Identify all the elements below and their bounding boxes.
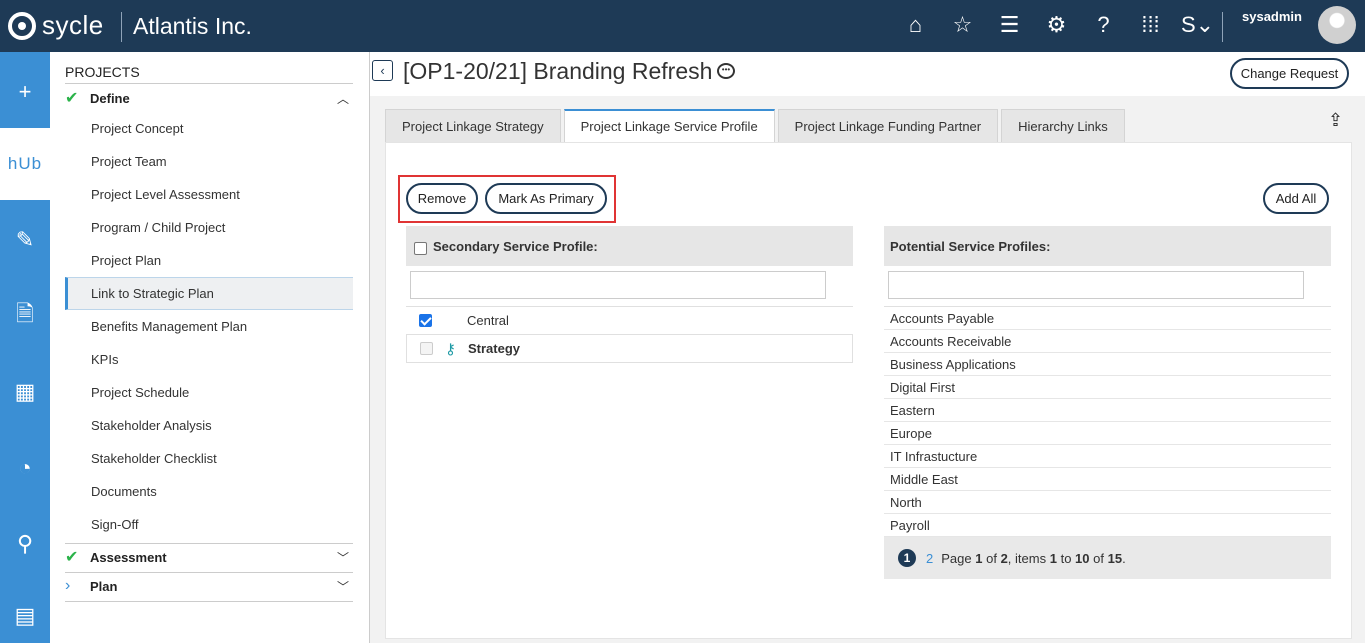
logo-text: sycle: [42, 10, 104, 40]
row-label: Strategy: [468, 341, 521, 356]
logo-icon: [8, 11, 36, 40]
check-icon: ✔: [65, 549, 79, 566]
left-rail: + hUb ✎ 🗎 ▦ ◔ ⚲ ▤: [0, 52, 50, 643]
pager: 1 2 Page 1 of 2, items 1 to 10 of 15.: [884, 537, 1331, 579]
divider: [1222, 12, 1223, 42]
tab-bar: Project Linkage Strategy Project Linkage …: [385, 109, 1125, 142]
sidebar-item[interactable]: Project Concept: [65, 112, 353, 145]
edit-cycle-icon[interactable]: ✎: [0, 204, 50, 276]
row-checkbox[interactable]: [419, 314, 432, 327]
list-item[interactable]: Digital First: [884, 376, 1331, 399]
table-row[interactable]: ⚷ Strategy: [406, 335, 853, 363]
list-item[interactable]: IT Infrastucture: [884, 445, 1331, 468]
sidebar-title: PROJECTS: [65, 64, 140, 80]
list-item[interactable]: Business Applications: [884, 353, 1331, 376]
sidebar-item[interactable]: Benefits Management Plan: [65, 310, 353, 343]
current-page[interactable]: 1: [898, 549, 916, 567]
section-label: Define: [90, 90, 130, 106]
tab[interactable]: Project Linkage Strategy: [385, 109, 561, 142]
mark-as-primary-button[interactable]: Mark As Primary: [485, 183, 607, 214]
tab[interactable]: Hierarchy Links: [1001, 109, 1125, 142]
top-bar: sycle Atlantis Inc. ⌂ ☆ ☰ ⚙? ⁞⁞⁞ S⌄ sysadmin: [0, 0, 1365, 52]
document-search-icon[interactable]: 🗎: [0, 280, 50, 352]
list-item[interactable]: Accounts Receivable: [884, 330, 1331, 353]
primary-key-icon: ⚷: [445, 340, 456, 358]
top-icons: ⌂ ☆ ☰ ⚙? ⁞⁞⁞ S⌄: [892, 9, 1221, 41]
sidebar-item[interactable]: Sign-Off: [65, 508, 353, 541]
calculator-clock-icon[interactable]: ▦: [0, 356, 50, 428]
sidebar-item[interactable]: Project Plan: [65, 244, 353, 277]
sidebar-item[interactable]: Project Schedule: [65, 376, 353, 409]
gauge-icon[interactable]: ◔: [0, 432, 50, 504]
help-icon[interactable]: ?: [1080, 9, 1127, 41]
sidebar-item[interactable]: Project Level Assessment: [65, 178, 353, 211]
tab[interactable]: Project Linkage Service Profile: [563, 109, 775, 142]
section-assessment[interactable]: ✔ Assessment ﹀: [65, 543, 353, 571]
org-chart-icon[interactable]: ⚲: [0, 508, 50, 580]
list-item[interactable]: Accounts Payable: [884, 307, 1331, 330]
menu-icon[interactable]: ☰: [986, 9, 1033, 41]
pager-info: Page 1 of 2, items 1 to 10 of 15.: [941, 550, 1126, 566]
potential-header-label: Potential Service Profiles:: [890, 238, 1051, 254]
add-icon[interactable]: +: [0, 56, 50, 128]
page-link[interactable]: 2: [926, 551, 933, 566]
section-define[interactable]: ✔ Define ︿: [65, 84, 353, 112]
add-all-button[interactable]: Add All: [1263, 183, 1329, 214]
star-icon[interactable]: ☆: [939, 9, 986, 41]
change-request-button[interactable]: Change Request: [1230, 58, 1349, 89]
export-icon[interactable]: ⇪: [1328, 110, 1348, 130]
secondary-filter-input[interactable]: [410, 271, 826, 299]
select-all-checkbox[interactable]: [414, 241, 427, 255]
sidebar-item[interactable]: Link to Strategic Plan: [65, 277, 353, 310]
remove-button[interactable]: Remove: [406, 183, 478, 214]
home-icon[interactable]: ⌂: [892, 9, 939, 41]
username[interactable]: sysadmin: [1242, 9, 1302, 24]
sidebar-item[interactable]: Stakeholder Analysis: [65, 409, 353, 442]
avatar[interactable]: [1318, 6, 1356, 44]
check-icon: ✔: [65, 90, 79, 107]
chevron-left-icon: ‹: [380, 63, 385, 78]
app-logo[interactable]: sycle: [8, 10, 104, 41]
divider: [121, 12, 122, 42]
chevron-up-icon: ︿: [336, 91, 349, 106]
hub-icon[interactable]: hUb: [0, 128, 50, 200]
potential-filter-row: [884, 266, 1331, 307]
section-plan[interactable]: › Plan ﹀: [65, 572, 353, 600]
apps-grid-icon[interactable]: ⁞⁞⁞: [1127, 9, 1174, 41]
chevron-right-icon: ›: [65, 577, 71, 594]
list-item[interactable]: Middle East: [884, 468, 1331, 491]
report-icon[interactable]: ▤: [0, 580, 50, 643]
potential-grid-header: Potential Service Profiles:: [884, 226, 1331, 266]
comment-icon[interactable]: •••: [717, 63, 735, 79]
language-icon[interactable]: S⌄: [1174, 9, 1221, 41]
back-button[interactable]: ‹: [372, 60, 393, 81]
sidebar-item[interactable]: Documents: [65, 475, 353, 508]
secondary-filter-row: [406, 266, 853, 307]
list-item[interactable]: Payroll: [884, 514, 1331, 537]
project-sidebar: PROJECTS ✔ Define ︿ Project Concept Proje…: [50, 52, 370, 643]
chevron-down-icon: ﹀: [336, 550, 349, 565]
section-label: Plan: [90, 578, 118, 594]
org-name: Atlantis Inc.: [133, 13, 252, 39]
list-item[interactable]: Europe: [884, 422, 1331, 445]
row-label: Central: [467, 313, 509, 328]
secondary-header-label: Secondary Service Profile:: [433, 238, 598, 254]
page-title: [OP1-20/21] Branding Refresh: [403, 58, 713, 84]
sidebar-item[interactable]: Project Team: [65, 145, 353, 178]
divider: [65, 601, 353, 602]
potential-filter-input[interactable]: [888, 271, 1304, 299]
sidebar-item[interactable]: KPIs: [65, 343, 353, 376]
list-item[interactable]: Eastern: [884, 399, 1331, 422]
sidebar-item[interactable]: Stakeholder Checklist: [65, 442, 353, 475]
chevron-down-icon: ﹀: [336, 579, 349, 594]
tab[interactable]: Project Linkage Funding Partner: [777, 109, 999, 142]
list-item[interactable]: North: [884, 491, 1331, 514]
secondary-grid-header: Secondary Service Profile:: [406, 226, 853, 266]
table-row[interactable]: Central: [406, 307, 853, 335]
settings-box-icon[interactable]: ⚙: [1033, 9, 1080, 41]
section-label: Assessment: [90, 549, 167, 565]
sidebar-item[interactable]: Program / Child Project: [65, 211, 353, 244]
row-checkbox: [420, 342, 433, 355]
